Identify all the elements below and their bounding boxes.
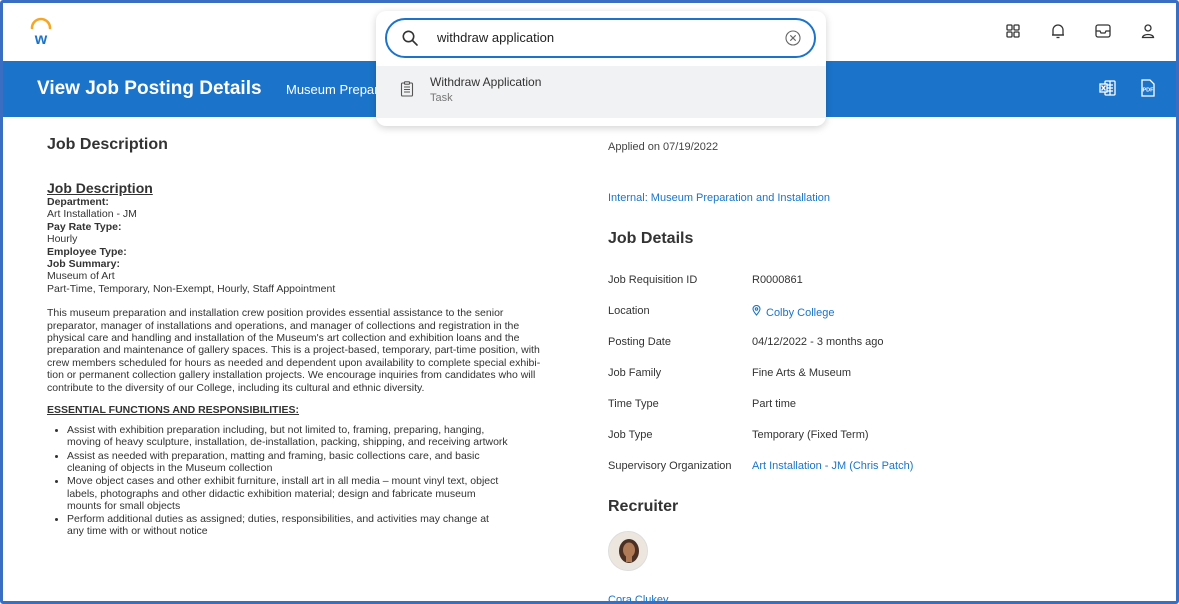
detail-label: Supervisory Organization	[608, 460, 732, 472]
essential-functions-heading: ESSENTIAL FUNCTIONS AND RESPONSIBILITIES…	[47, 404, 300, 417]
page-title: View Job Posting Details	[37, 78, 262, 99]
list-item: Perform additional duties as assigned; d…	[67, 513, 567, 538]
clear-search-icon[interactable]	[784, 29, 802, 52]
profile-icon[interactable]	[1138, 21, 1158, 41]
location-pin-icon	[752, 304, 761, 319]
detail-value: Part time	[752, 398, 797, 410]
search-input[interactable]: withdraw application	[385, 18, 816, 58]
bullet-line: Assist with exhibition preparation inclu…	[67, 424, 485, 437]
detail-value: Temporary (Fixed Term)	[752, 429, 869, 441]
job-description-panel: Job Description Job Description Departme…	[47, 136, 567, 539]
paragraph-line: preparator, manager of installations and…	[47, 319, 520, 332]
bullet-line: mounts for small objects	[67, 499, 181, 512]
location-value: Colby College	[766, 307, 835, 319]
paragraph-line: preparation and maintenance of gallery s…	[47, 344, 540, 357]
responsibilities-list: Assist with exhibition preparation inclu…	[47, 424, 567, 538]
search-result-type: Task	[430, 92, 453, 104]
job-description-heading: Job Description	[47, 136, 168, 153]
bell-icon[interactable]	[1048, 21, 1068, 41]
appointment-summary: Part-Time, Temporary, Non-Exempt, Hourly…	[47, 282, 336, 295]
bullet-line: Perform additional duties as assigned; d…	[67, 513, 489, 526]
pay-rate-type-value: Hourly	[47, 233, 78, 246]
applied-date: Applied on 07/19/2022	[608, 141, 719, 153]
bullet-line: labels, photographs and other didactic e…	[67, 487, 476, 500]
job-summary-value: Museum of Art	[47, 270, 115, 283]
employee-type-label: Employee Type:	[47, 245, 127, 258]
detail-label: Location	[608, 305, 650, 317]
internal-posting-link[interactable]: Internal: Museum Preparation and Install…	[608, 192, 830, 204]
paragraph-line: crew members scheduled for hours as need…	[47, 356, 541, 369]
detail-value: Fine Arts & Museum	[752, 367, 852, 379]
recruiter-name-link[interactable]: Cora Clukey	[608, 594, 669, 601]
paragraph-line: This museum preparation and installation…	[47, 307, 504, 320]
paragraph-line: contribute to the diversity of our Colle…	[47, 381, 425, 394]
department-label: Department:	[47, 196, 109, 208]
pay-rate-type-label: Pay Rate Type:	[47, 220, 122, 233]
search-icon	[401, 29, 419, 52]
detail-label: Job Type	[608, 429, 653, 441]
detail-value: 04/12/2022 - 3 months ago	[752, 336, 884, 348]
supervisory-org-link[interactable]: Art Installation - JM (Chris Patch)	[752, 460, 913, 472]
bullet-line: cleaning of objects in the Museum collec…	[67, 461, 273, 474]
job-details-panel: Applied on 07/19/2022 Internal: Museum P…	[608, 141, 1168, 601]
search-query: withdraw application	[437, 30, 555, 45]
department-value: Art Installation - JM	[47, 208, 137, 221]
search-result-withdraw-application[interactable]: Withdraw Application Task	[376, 66, 826, 118]
excel-export-icon[interactable]	[1098, 78, 1118, 98]
detail-label: Job Family	[608, 367, 662, 379]
apps-grid-icon[interactable]	[1003, 21, 1023, 41]
job-description-subheading: Job Description	[47, 180, 153, 196]
location-link[interactable]: Colby College	[752, 304, 835, 319]
list-item: Move object cases and other exhibit furn…	[67, 475, 567, 512]
pdf-export-icon[interactable]: PDF	[1138, 78, 1158, 98]
paragraph-line: physical care and handling and installat…	[47, 332, 520, 345]
avatar[interactable]	[608, 531, 648, 571]
bullet-line: Move object cases and other exhibit furn…	[67, 475, 499, 488]
page-subtitle: Museum Prepar	[286, 82, 376, 97]
job-description-paragraph: This museum preparation and installation…	[47, 307, 567, 394]
list-item: Assist as needed with preparation, matti…	[67, 450, 567, 475]
svg-text:w: w	[34, 31, 48, 47]
job-details-heading: Job Details	[608, 230, 694, 247]
search-result-title: Withdraw Application	[430, 75, 542, 89]
app-frame: w View Job Posting Details Museum Prepar…	[0, 0, 1179, 604]
svg-text:PDF: PDF	[1143, 88, 1155, 94]
detail-label: Job Requisition ID	[608, 274, 698, 286]
job-summary-label: Job Summary:	[47, 258, 120, 271]
paragraph-line: tion or permanent collection gallery ins…	[47, 369, 536, 382]
task-icon	[400, 81, 414, 102]
search-dropdown: withdraw application Withdraw Applicatio…	[376, 11, 826, 126]
bullet-line: moving of heavy sculpture, installation,…	[67, 436, 508, 449]
bullet-line: any time with or without notice	[67, 525, 208, 538]
detail-label: Posting Date	[608, 336, 671, 348]
detail-label: Time Type	[608, 398, 659, 410]
inbox-icon[interactable]	[1093, 21, 1113, 41]
workday-logo[interactable]: w	[27, 17, 55, 48]
list-item: Assist with exhibition preparation inclu…	[67, 424, 567, 449]
recruiter-heading: Recruiter	[608, 498, 679, 515]
detail-value: R0000861	[752, 274, 803, 286]
bullet-line: Assist as needed with preparation, matti…	[67, 449, 480, 462]
